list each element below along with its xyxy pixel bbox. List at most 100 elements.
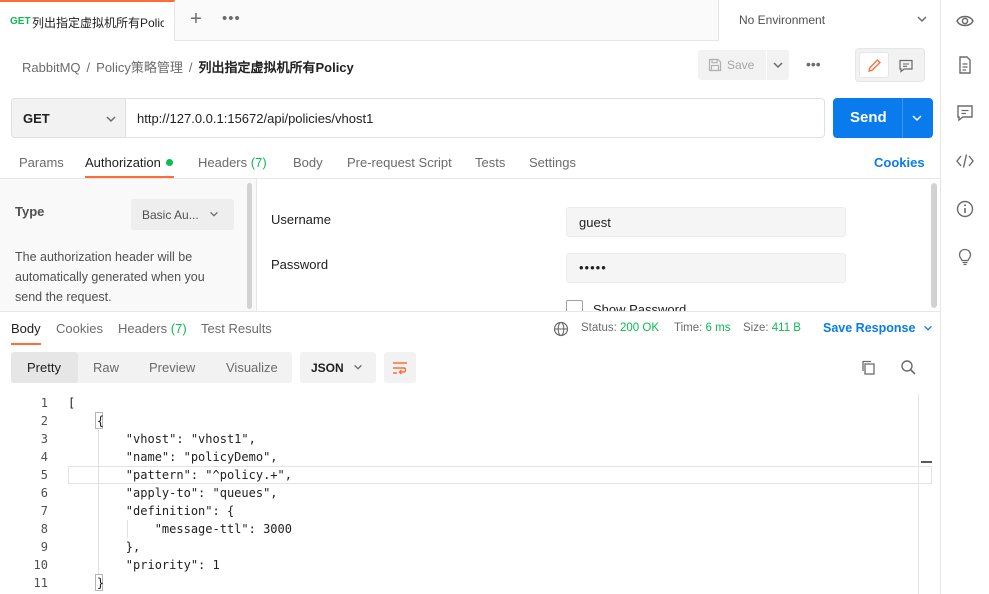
send-label: Send (850, 109, 887, 126)
username-value: guest (579, 215, 611, 230)
code-icon[interactable] (955, 151, 975, 171)
view-visualize[interactable]: Visualize (226, 360, 278, 375)
line-number: 4 (40, 450, 48, 464)
chevron-down-icon (773, 62, 783, 69)
tab-title: 列出指定虚拟机所有Policy (32, 16, 164, 30)
info-icon[interactable] (955, 199, 975, 219)
eye-icon[interactable] (955, 11, 975, 31)
size-value: 411 B (771, 322, 801, 334)
chevron-down-icon[interactable] (910, 111, 924, 125)
lightbulb-icon[interactable] (955, 247, 975, 267)
right-sidebar (940, 0, 989, 594)
url-text: http://127.0.0.1:15672/api/policies/vhos… (137, 111, 374, 126)
code-line: "message-ttl": 3000 (68, 522, 292, 536)
code-scrollbar-track[interactable] (918, 394, 919, 594)
line-number: 3 (40, 432, 48, 446)
view-preview[interactable]: Preview (149, 360, 195, 375)
response-tab-test-results[interactable]: Test Results (201, 321, 272, 336)
response-tab-body[interactable]: Body (11, 321, 41, 336)
tab-body[interactable]: Body (293, 155, 323, 170)
comment-mode-icon[interactable] (898, 58, 914, 74)
auth-type-panel: Type Basic Au... The authorization heade… (0, 179, 257, 311)
save-response-label: Save Response (823, 321, 916, 335)
time-info[interactable]: Time: 6 ms (674, 322, 730, 334)
cookies-link[interactable]: Cookies (874, 155, 925, 170)
view-raw[interactable]: Raw (93, 360, 119, 375)
size-info[interactable]: Size: 411 B (743, 322, 801, 334)
chevron-down-icon (210, 211, 218, 217)
response-tab-headers[interactable]: Headers (7) (118, 321, 187, 336)
line-number: 1 (40, 396, 48, 410)
response-view-switcher: Pretty Raw Preview Visualize (11, 352, 292, 383)
status-label: Status: (581, 322, 617, 334)
copy-icon[interactable] (860, 359, 877, 376)
line-number: 8 (40, 522, 48, 536)
format-selector[interactable]: JSON (300, 352, 376, 383)
environment-selector[interactable]: No Environment (718, 0, 940, 41)
tab-pre-request-script[interactable]: Pre-request Script (347, 155, 452, 170)
tab-headers[interactable]: Headers (7) (198, 155, 267, 170)
scrollbar[interactable] (931, 183, 937, 308)
view-mode-toggle (855, 48, 925, 82)
response-body-code[interactable]: 1 [ 2 { 3 "vhost": "vhost1", 4 "name": "… (0, 394, 935, 594)
breadcrumb-folder[interactable]: Policy策略管理 (96, 60, 183, 75)
environment-label: No Environment (739, 13, 826, 27)
line-number: 2 (40, 414, 48, 428)
wrap-lines-button[interactable] (384, 352, 416, 383)
view-pretty[interactable]: Pretty (27, 360, 61, 375)
line-number: 11 (33, 576, 48, 590)
code-line: "priority": 1 (68, 558, 220, 572)
tab-authorization-label: Authorization (85, 155, 161, 170)
username-field[interactable]: guest (566, 207, 846, 237)
password-field[interactable]: ••••• (566, 253, 846, 283)
breadcrumb-current[interactable]: 列出指定虚拟机所有Policy (198, 60, 353, 75)
globe-icon[interactable] (553, 321, 569, 337)
send-button[interactable]: Send (833, 98, 933, 138)
request-tab[interactable]: GET 列出指定虚拟机所有Policy (0, 0, 175, 41)
scrollbar[interactable] (247, 183, 252, 309)
tab-settings[interactable]: Settings (529, 155, 576, 170)
line-number: 9 (40, 540, 48, 554)
code-line: [ (68, 396, 76, 410)
breadcrumb-root[interactable]: RabbitMQ (22, 60, 81, 75)
show-password-checkbox[interactable] (566, 300, 583, 311)
show-password-label: Show Password (593, 302, 687, 311)
tab-authorization[interactable]: Authorization (85, 155, 173, 170)
status-info[interactable]: Status: 200 OK (581, 322, 659, 334)
tab-tests[interactable]: Tests (475, 155, 505, 170)
save-dropdown[interactable] (767, 50, 789, 80)
method-selector[interactable]: GET (11, 98, 126, 138)
documentation-icon[interactable] (955, 55, 975, 75)
response-headers-label: Headers (118, 321, 168, 336)
breadcrumb: RabbitMQ / Policy策略管理 / 列出指定虚拟机所有Policy (22, 57, 354, 76)
line-number: 7 (40, 504, 48, 518)
new-tab-plus-icon[interactable]: + (186, 8, 206, 31)
search-icon[interactable] (900, 359, 917, 376)
chevron-down-icon (106, 116, 116, 123)
status-value: 200 OK (620, 322, 660, 334)
breadcrumb-separator: / (86, 60, 91, 75)
tab-params[interactable]: Params (19, 155, 64, 170)
more-actions-icon[interactable]: ••• (806, 56, 821, 72)
auth-description: The authorization header will be automat… (15, 250, 205, 304)
time-value: 6 ms (705, 322, 731, 334)
save-button[interactable]: Save (698, 50, 766, 80)
code-line: { (68, 414, 105, 428)
save-response-button[interactable]: Save Response (823, 321, 934, 335)
code-line: } (68, 576, 105, 590)
code-line: }, (68, 540, 141, 554)
url-input[interactable]: http://127.0.0.1:15672/api/policies/vhos… (126, 98, 825, 138)
tab-headers-count: (7) (250, 155, 267, 170)
edit-mode-button[interactable] (859, 52, 889, 78)
response-tab-cookies[interactable]: Cookies (56, 321, 103, 336)
password-label: Password (271, 257, 329, 272)
time-label: Time: (674, 322, 703, 334)
method-label: GET (23, 111, 50, 126)
more-tabs-icon[interactable]: ••• (222, 10, 241, 27)
chevron-down-icon (917, 16, 927, 23)
comments-icon[interactable] (955, 103, 975, 123)
auth-type-select[interactable]: Basic Au... (131, 199, 234, 230)
send-divider (902, 98, 903, 138)
chevron-down-icon (924, 325, 932, 331)
line-number: 10 (33, 558, 48, 572)
